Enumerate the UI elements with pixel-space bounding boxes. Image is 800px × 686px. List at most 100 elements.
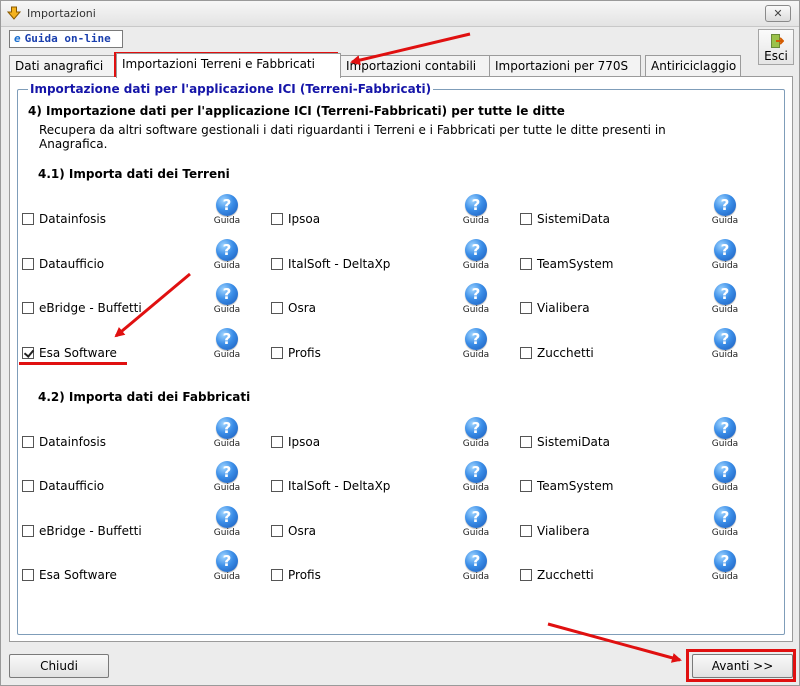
option-osra-fabbricati[interactable]: Osra bbox=[271, 523, 316, 539]
guida-online-button[interactable]: e Guida on-line bbox=[9, 30, 123, 48]
option-zucchetti-fabbricati[interactable]: Zucchetti bbox=[520, 567, 594, 583]
guida-help-button[interactable]: ? Guida bbox=[461, 417, 491, 451]
checkbox[interactable] bbox=[520, 480, 532, 492]
option-teamsystem-fabbricati[interactable]: TeamSystem bbox=[520, 478, 613, 494]
checkbox[interactable] bbox=[520, 258, 532, 270]
option-datainfosis-terreni[interactable]: Datainfosis bbox=[22, 211, 106, 227]
guida-label: Guida bbox=[213, 305, 241, 315]
option-sistemidata-fabbricati[interactable]: SistemiData bbox=[520, 434, 610, 450]
tab-antiriciclaggio[interactable]: Antiriciclaggio bbox=[645, 55, 741, 77]
checkbox[interactable] bbox=[271, 258, 283, 270]
option-label: Ipsoa bbox=[288, 212, 321, 226]
option-dataufficio-fabbricati[interactable]: Dataufficio bbox=[22, 478, 104, 494]
guida-help-button[interactable]: ? Guida bbox=[212, 283, 242, 317]
tab-importazioni-contabili[interactable]: Importazioni contabili bbox=[340, 55, 490, 77]
section-title: 4.2) Importa dati dei Fabbricati bbox=[38, 390, 251, 404]
option-label: Zucchetti bbox=[537, 346, 594, 360]
esci-button[interactable]: Esci bbox=[758, 29, 794, 65]
help-icon: ? bbox=[216, 328, 238, 350]
checkbox[interactable] bbox=[22, 480, 34, 492]
checkbox[interactable] bbox=[271, 302, 283, 314]
guida-help-button[interactable]: ? Guida bbox=[710, 550, 740, 584]
checkbox[interactable] bbox=[271, 569, 283, 581]
help-icon: ? bbox=[465, 239, 487, 261]
option-ebridge-buffetti-terreni[interactable]: eBridge - Buffetti bbox=[22, 300, 142, 316]
option-datainfosis-fabbricati[interactable]: Datainfosis bbox=[22, 434, 106, 450]
checkbox[interactable] bbox=[22, 569, 34, 581]
option-vialibera-terreni[interactable]: Vialibera bbox=[520, 300, 590, 316]
checkbox[interactable] bbox=[520, 347, 532, 359]
option-vialibera-fabbricati[interactable]: Vialibera bbox=[520, 523, 590, 539]
tab-dati-anagrafici[interactable]: Dati anagrafici bbox=[9, 55, 117, 77]
option-ipsoa-fabbricati[interactable]: Ipsoa bbox=[271, 434, 320, 450]
help-icon: ? bbox=[216, 194, 238, 216]
option-label: Datainfosis bbox=[39, 435, 106, 449]
exit-door-icon bbox=[771, 34, 784, 48]
guida-help-button[interactable]: ? Guida bbox=[710, 417, 740, 451]
option-ebridge-buffetti-fabbricati[interactable]: eBridge - Buffetti bbox=[22, 523, 142, 539]
guida-label: Guida bbox=[213, 439, 241, 449]
guida-help-button[interactable]: ? Guida bbox=[461, 239, 491, 273]
guida-help-button[interactable]: ? Guida bbox=[461, 550, 491, 584]
guida-label: Guida bbox=[213, 216, 241, 226]
tab-importazioni-770s[interactable]: Importazioni per 770S bbox=[489, 55, 641, 77]
checkbox[interactable] bbox=[22, 525, 34, 537]
option-italsoft-deltaxp-fabbricati[interactable]: ItalSoft - DeltaXp bbox=[271, 478, 390, 494]
guida-help-button[interactable]: ? Guida bbox=[710, 461, 740, 495]
option-profis-fabbricati[interactable]: Profis bbox=[271, 567, 321, 583]
checkbox[interactable] bbox=[520, 302, 532, 314]
option-dataufficio-terreni[interactable]: Dataufficio bbox=[22, 256, 104, 272]
option-sistemidata-terreni[interactable]: SistemiData bbox=[520, 211, 610, 227]
checkbox[interactable] bbox=[22, 347, 34, 359]
guida-label: Guida bbox=[462, 216, 490, 226]
option-esa-software-terreni[interactable]: Esa Software bbox=[22, 345, 117, 361]
guida-help-button[interactable]: ? Guida bbox=[212, 417, 242, 451]
guida-help-button[interactable]: ? Guida bbox=[212, 461, 242, 495]
checkbox[interactable] bbox=[271, 525, 283, 537]
chiudi-button[interactable]: Chiudi bbox=[9, 654, 109, 678]
checkbox[interactable] bbox=[520, 525, 532, 537]
help-icon: ? bbox=[216, 283, 238, 305]
guida-label: Guida bbox=[462, 528, 490, 538]
guida-help-button[interactable]: ? Guida bbox=[710, 239, 740, 273]
checkbox[interactable] bbox=[22, 302, 34, 314]
guida-help-button[interactable]: ? Guida bbox=[710, 328, 740, 362]
option-label: Profis bbox=[288, 346, 321, 360]
option-osra-terreni[interactable]: Osra bbox=[271, 300, 316, 316]
option-esa-software-fabbricati[interactable]: Esa Software bbox=[22, 567, 117, 583]
checkbox[interactable] bbox=[22, 258, 34, 270]
checkbox[interactable] bbox=[271, 213, 283, 225]
checkbox[interactable] bbox=[520, 213, 532, 225]
checkbox[interactable] bbox=[22, 213, 34, 225]
avanti-button[interactable]: Avanti >> bbox=[692, 654, 793, 678]
checkbox[interactable] bbox=[271, 480, 283, 492]
checkbox[interactable] bbox=[22, 436, 34, 448]
help-icon: ? bbox=[465, 417, 487, 439]
option-zucchetti-terreni[interactable]: Zucchetti bbox=[520, 345, 594, 361]
option-profis-terreni[interactable]: Profis bbox=[271, 345, 321, 361]
checkbox[interactable] bbox=[520, 569, 532, 581]
window-close-button[interactable]: ✕ bbox=[765, 5, 791, 22]
guida-help-button[interactable]: ? Guida bbox=[461, 328, 491, 362]
checkbox[interactable] bbox=[271, 347, 283, 359]
guida-help-button[interactable]: ? Guida bbox=[212, 506, 242, 540]
group-title: Importazione dati per l'applicazione ICI… bbox=[28, 82, 434, 96]
guida-help-button[interactable]: ? Guida bbox=[212, 194, 242, 228]
guida-help-button[interactable]: ? Guida bbox=[710, 283, 740, 317]
guida-help-button[interactable]: ? Guida bbox=[710, 194, 740, 228]
checkbox[interactable] bbox=[520, 436, 532, 448]
guida-help-button[interactable]: ? Guida bbox=[461, 283, 491, 317]
guida-help-button[interactable]: ? Guida bbox=[461, 194, 491, 228]
tab-importazioni-terreni-fabbricati[interactable]: Importazioni Terreni e Fabbricati bbox=[116, 53, 341, 78]
option-italsoft-deltaxp-terreni[interactable]: ItalSoft - DeltaXp bbox=[271, 256, 390, 272]
option-teamsystem-terreni[interactable]: TeamSystem bbox=[520, 256, 613, 272]
option-ipsoa-terreni[interactable]: Ipsoa bbox=[271, 211, 320, 227]
guida-help-button[interactable]: ? Guida bbox=[212, 239, 242, 273]
guida-help-button[interactable]: ? Guida bbox=[212, 550, 242, 584]
guida-help-button[interactable]: ? Guida bbox=[710, 506, 740, 540]
guida-help-button[interactable]: ? Guida bbox=[461, 506, 491, 540]
guida-help-button[interactable]: ? Guida bbox=[461, 461, 491, 495]
guida-help-button[interactable]: ? Guida bbox=[212, 328, 242, 362]
guida-label: Guida bbox=[462, 261, 490, 271]
checkbox[interactable] bbox=[271, 436, 283, 448]
